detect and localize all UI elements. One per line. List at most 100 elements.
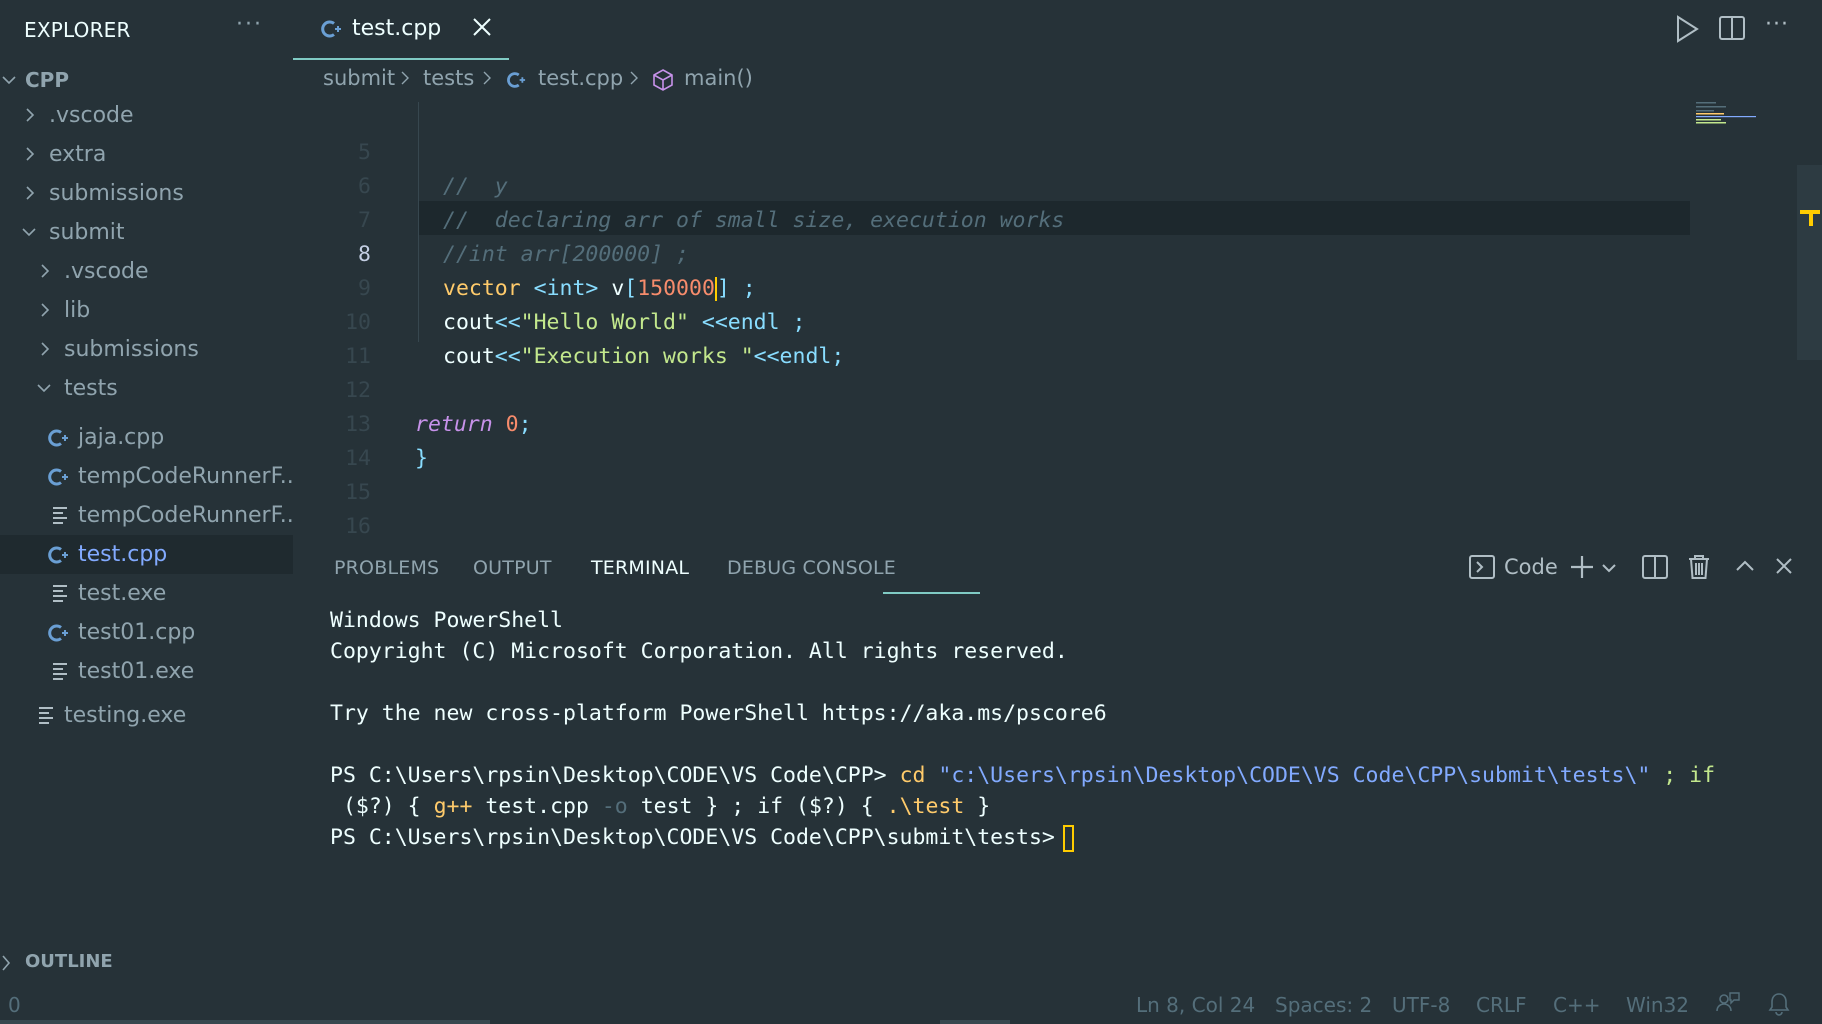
- terminal-shell-label[interactable]: Code: [1504, 555, 1558, 579]
- tree-item-submit-submissions[interactable]: submissions: [0, 330, 293, 369]
- notification-bell-icon[interactable]: [1768, 991, 1790, 1022]
- tree-item-label: tests: [64, 376, 118, 401]
- tab-test-cpp[interactable]: test.cpp: [293, 0, 509, 60]
- breadcrumb-submit[interactable]: submit: [323, 66, 395, 90]
- tree-file-test01-cpp[interactable]: test01.cpp: [0, 613, 293, 652]
- tree-item-label: tempCodeRunnerF...: [78, 503, 293, 528]
- explorer-more-icon[interactable]: ···: [236, 12, 263, 37]
- tree-item-lib[interactable]: lib: [0, 291, 293, 330]
- trash-icon[interactable]: [1686, 553, 1712, 585]
- chevron-right-icon: [629, 68, 639, 93]
- split-editor-icon[interactable]: [1718, 14, 1746, 46]
- editor-tabbar: test.cpp ···: [293, 0, 1822, 60]
- tree-file-jaja-cpp[interactable]: jaja.cpp: [0, 418, 293, 457]
- chevron-down-icon: [37, 369, 53, 408]
- chevron-right-icon: [0, 955, 12, 975]
- tree-item-label: testing.exe: [64, 703, 187, 728]
- tree-item-label: .vscode: [64, 259, 149, 284]
- cpp-file-icon: [47, 535, 68, 574]
- tree-item-label: test.exe: [78, 581, 167, 606]
- tab-output[interactable]: OUTPUT: [473, 557, 552, 579]
- breadcrumb-symbol[interactable]: main(): [684, 66, 753, 90]
- tree-item-label: test01.cpp: [78, 620, 196, 645]
- terminal-line: Windows PowerShell: [330, 608, 563, 633]
- tab-problems[interactable]: PROBLEMS: [334, 557, 439, 579]
- code-line: 6 // declaring arr of small size, execut…: [293, 136, 1689, 233]
- code-line: 11: [293, 306, 1689, 369]
- terminal-line: PS C:\Users\rpsin\Desktop\CODE\VS Code\C…: [330, 822, 1074, 853]
- status-bar: 0 Ln 8, Col 24 Spaces: 2 UTF-8 CRLF C++ …: [0, 985, 1822, 1024]
- terminal-line: Try the new cross-platform PowerShell ht…: [330, 701, 1107, 726]
- tree-file-testing-exe[interactable]: testing.exe: [0, 696, 293, 735]
- editor-scrollbar[interactable]: [1797, 165, 1822, 360]
- tab-label: test.cpp: [352, 16, 442, 41]
- tree-item-submit-vscode[interactable]: .vscode: [0, 252, 293, 291]
- line-number: 16: [345, 514, 371, 539]
- more-actions-icon[interactable]: ···: [1765, 12, 1789, 37]
- text-file-icon: [51, 652, 71, 691]
- status-encoding[interactable]: UTF-8: [1392, 993, 1450, 1017]
- code-line: 12 return 0;: [293, 340, 1689, 437]
- new-terminal-icon[interactable]: [1568, 553, 1596, 585]
- run-icon[interactable]: [1673, 14, 1701, 48]
- code-editor[interactable]: 5 // y 6 // declaring arr of small size,…: [293, 102, 1822, 539]
- status-cursor-position[interactable]: Ln 8, Col 24: [1136, 993, 1255, 1017]
- chevron-down-icon: [2, 61, 18, 100]
- terminal-icon[interactable]: [1468, 553, 1496, 585]
- close-panel-icon[interactable]: [1774, 556, 1794, 580]
- breadcrumb-tests[interactable]: tests: [423, 66, 474, 90]
- tree-item-vscode[interactable]: .vscode: [0, 96, 293, 135]
- status-eol[interactable]: CRLF: [1476, 993, 1527, 1017]
- chevron-right-icon: [39, 330, 55, 369]
- split-terminal-icon[interactable]: [1641, 553, 1669, 585]
- scrollbar-cursor-marker: [1809, 214, 1813, 226]
- code-line: 14: [293, 408, 1689, 471]
- symbol-method-icon: [652, 68, 674, 97]
- text-file-icon: [37, 696, 57, 735]
- tree-item-submissions[interactable]: submissions: [0, 174, 293, 213]
- terminal-cursor: [1062, 824, 1074, 852]
- tree-root-label: CPP: [25, 68, 69, 92]
- breadcrumb-file[interactable]: test.cpp: [538, 66, 623, 90]
- tree-file-test01-exe[interactable]: test01.exe: [0, 652, 293, 691]
- close-icon[interactable]: [471, 16, 495, 40]
- tree-file-tempcoderunner-exe[interactable]: tempCodeRunnerF...: [0, 496, 293, 535]
- tab-terminal[interactable]: TERMINAL: [591, 557, 689, 579]
- code-line: 15: [293, 442, 1689, 505]
- chevron-down-icon[interactable]: [1601, 560, 1617, 579]
- code-line: 9 cout<<"Hello World" <<endl ;: [293, 238, 1689, 335]
- tree-item-label: submissions: [49, 181, 184, 206]
- code-line: 8 vector <int> v[150000] ;: [293, 204, 1689, 301]
- chevron-right-icon: [39, 291, 55, 330]
- tree-item-label: test01.exe: [78, 659, 195, 684]
- tree-file-test-cpp[interactable]: test.cpp: [0, 535, 293, 574]
- chevron-right-icon: [24, 96, 40, 135]
- tree-file-test-exe[interactable]: test.exe: [0, 574, 293, 613]
- code-line: 5 // y: [293, 102, 1689, 199]
- code-line: 13 }: [293, 374, 1689, 471]
- chevron-right-icon: [400, 68, 410, 93]
- maximize-panel-icon[interactable]: [1734, 556, 1756, 580]
- outline-section[interactable]: OUTLINE: [0, 945, 293, 981]
- tree-item-tests[interactable]: tests: [0, 369, 293, 408]
- cpp-file-icon: [320, 18, 342, 44]
- status-progress-track: [0, 1020, 490, 1024]
- outline-label: OUTLINE: [25, 951, 113, 972]
- terminal-line: PS C:\Users\rpsin\Desktop\CODE\VS Code\C…: [330, 763, 1716, 788]
- tree-item-extra[interactable]: extra: [0, 135, 293, 174]
- status-platform[interactable]: Win32: [1626, 993, 1689, 1017]
- feedback-icon[interactable]: [1716, 991, 1740, 1022]
- minimap[interactable]: [1694, 100, 1794, 130]
- tab-debug-console[interactable]: DEBUG CONSOLE: [727, 557, 896, 579]
- tree-root-cpp[interactable]: CPP: [0, 61, 293, 100]
- tree-item-label: extra: [49, 142, 107, 167]
- status-problems-count[interactable]: 0: [8, 993, 21, 1017]
- tree-item-submit[interactable]: submit: [0, 213, 293, 252]
- terminal-output[interactable]: Windows PowerShell Copyright (C) Microso…: [330, 605, 1822, 865]
- status-progress-track: [940, 1020, 1010, 1024]
- cpp-file-icon: [47, 418, 68, 457]
- tree-file-tempcoderunner-cpp[interactable]: tempCodeRunnerF...: [0, 457, 293, 496]
- status-indentation[interactable]: Spaces: 2: [1275, 993, 1372, 1017]
- status-language[interactable]: C++: [1553, 993, 1600, 1017]
- chevron-right-icon: [39, 252, 55, 291]
